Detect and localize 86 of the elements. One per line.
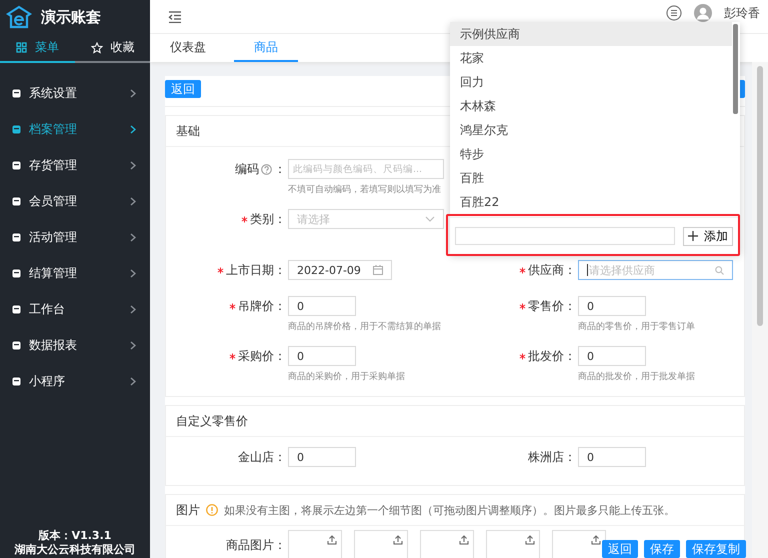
scrollbar[interactable] [752, 62, 768, 558]
field-label: 采购价： [238, 348, 286, 364]
price-input[interactable]: 0 [578, 447, 646, 467]
field-label: 编码 [235, 160, 259, 178]
dropdown-option[interactable]: 回力 [450, 70, 732, 94]
search-icon [715, 266, 724, 274]
collapse-menu-icon[interactable] [168, 10, 182, 22]
dropdown-option[interactable]: 鸿星尔克 [450, 118, 732, 142]
new-supplier-input[interactable] [455, 227, 675, 245]
dropdown-option[interactable]: 特步 [450, 142, 732, 166]
upload-icon [327, 535, 337, 545]
version-text: 版本：V1.3.1 [38, 529, 112, 543]
menu-item[interactable]: 结算管理 [0, 255, 150, 291]
page-tab[interactable]: 仪表盘 [150, 34, 226, 62]
upload-slot[interactable] [486, 530, 540, 558]
grid-icon [16, 42, 27, 53]
chevron-right-icon [130, 196, 136, 206]
warning-icon [206, 504, 218, 516]
chevron-right-icon [130, 160, 136, 170]
dropdown-option[interactable]: 百胜22 [450, 190, 732, 214]
menu-item[interactable]: 活动管理 [0, 219, 150, 255]
field-label: 上市日期： [226, 262, 286, 278]
dropdown-option[interactable]: 示例供应商 [450, 22, 732, 46]
company-name: 湖南大公云科技有限公司 [14, 543, 136, 557]
upload-slot[interactable] [288, 530, 342, 558]
price-input[interactable]: 0 [578, 296, 646, 316]
date-field[interactable]: 2022-07-09 [288, 260, 392, 280]
upload-slot[interactable] [354, 530, 408, 558]
dropdown-option[interactable]: 木林森 [450, 94, 732, 118]
field-label: 类别： [250, 210, 286, 228]
house-logo-icon [5, 5, 33, 29]
menu-item[interactable]: 小程序 [0, 363, 150, 399]
dropdown-option[interactable]: 百胜 [450, 166, 732, 190]
field-hint: 商品的批发价，用于批发单据 [578, 370, 695, 383]
chevron-right-icon [130, 376, 136, 386]
field-hint: 商品的零售价，用于零售订单 [578, 320, 695, 333]
menu-circle-icon[interactable] [666, 5, 682, 21]
avatar-icon [694, 4, 712, 22]
price-input[interactable]: 0 [288, 346, 356, 366]
help-icon[interactable] [261, 164, 272, 174]
price-input[interactable]: 0 [578, 346, 646, 366]
field-label: 株洲店： [528, 448, 576, 466]
menu-item[interactable]: 存货管理 [0, 147, 150, 183]
section-title: 图片 [176, 502, 200, 518]
user-name[interactable]: 彭玲香 [724, 4, 768, 22]
calendar-icon [373, 265, 383, 275]
field-hint: 商品的吊牌价格，用于不需结算的单据 [288, 320, 441, 333]
price-input[interactable]: 0 [288, 447, 356, 467]
upload-slot[interactable] [420, 530, 474, 558]
upload-icon [591, 535, 601, 545]
field-label: 商品图片： [226, 536, 286, 554]
menu-item[interactable]: 档案管理 [0, 111, 150, 147]
sidebar-tab[interactable]: 菜单 [0, 34, 75, 63]
chevron-right-icon [130, 124, 136, 134]
upload-icon [393, 535, 403, 545]
menu-item[interactable]: 会员管理 [0, 183, 150, 219]
chevron-right-icon [130, 232, 136, 242]
chevron-right-icon [130, 88, 136, 98]
field-label: 金山店： [238, 448, 286, 466]
chevron-right-icon [130, 340, 136, 350]
add-button[interactable]: 添加 [683, 226, 733, 246]
field-label: 零售价： [528, 298, 576, 314]
chevron-right-icon [130, 268, 136, 278]
upload-icon [459, 535, 469, 545]
field-label: 吊牌价： [238, 298, 286, 314]
field-hint: 不填可自动编码，若填写则以填写为准 [288, 184, 442, 196]
section-title: 基础 [176, 122, 200, 140]
app-title: 演示账套 [41, 8, 101, 26]
section-title: 自定义零售价 [176, 412, 248, 430]
field-label: 供应商： [528, 262, 576, 278]
dropdown-option[interactable]: 花家 [450, 46, 732, 70]
field-label: 批发价： [528, 348, 576, 364]
price-input[interactable]: 0 [288, 296, 356, 316]
plus-icon [688, 231, 698, 241]
star-icon [90, 42, 102, 54]
menu-item[interactable]: 系统设置 [0, 75, 150, 111]
menu-item[interactable]: 工作台 [0, 291, 150, 327]
field-hint: 商品的采购价，用于采购单据 [288, 370, 405, 383]
label-colon: ： [274, 160, 286, 178]
code-input[interactable]: 此编码与颜色编码、尺码编... [288, 159, 444, 179]
menu-item[interactable]: 数据报表 [0, 327, 150, 363]
sidebar-tab[interactable]: 收藏 [75, 34, 150, 63]
chevron-right-icon [130, 304, 136, 314]
upload-icon [525, 535, 535, 545]
picture-note: 如果没有主图，将展示左边第一个细节图（可拖动图片调整顺序）。图片最多只能上传五张。 [224, 502, 675, 518]
caret-icon [425, 216, 435, 222]
